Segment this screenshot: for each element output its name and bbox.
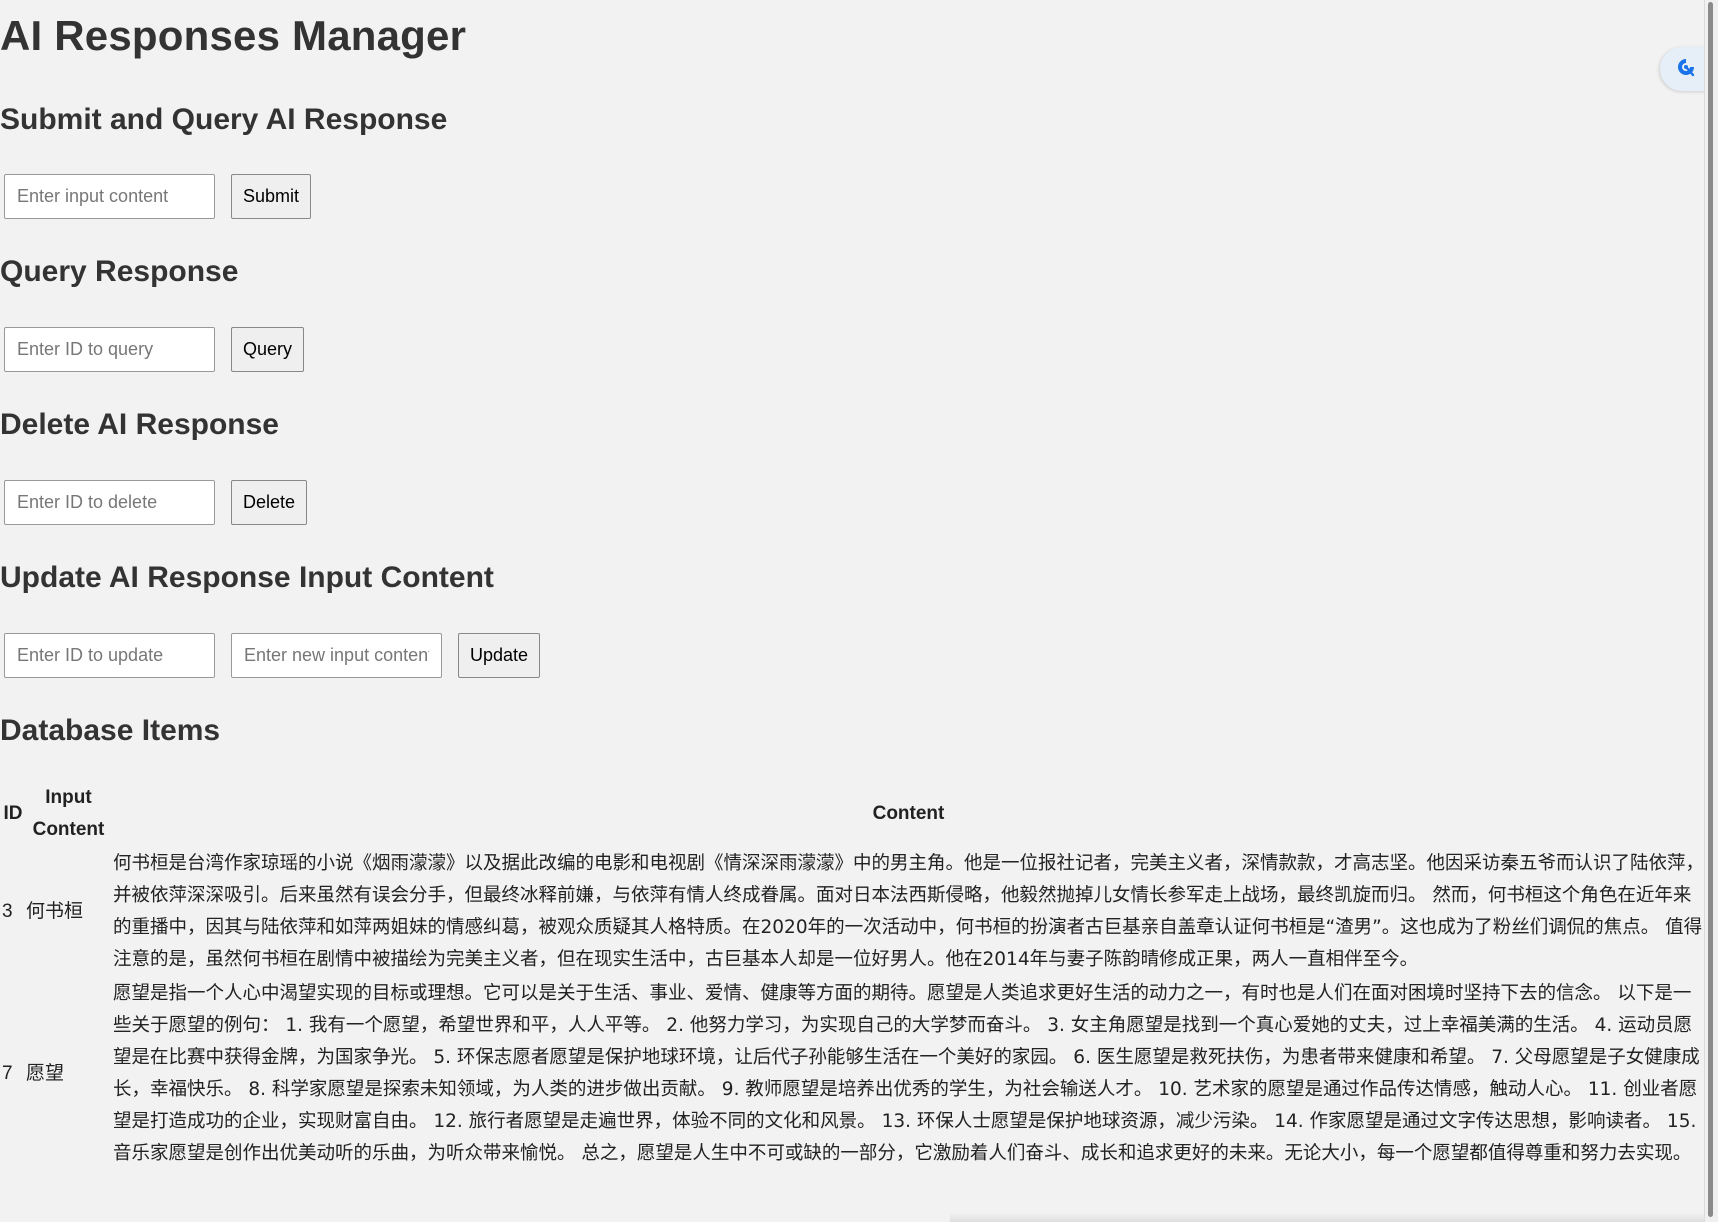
update-heading: Update AI Response Input Content: [0, 561, 494, 594]
submit-heading: Submit and Query AI Response: [0, 103, 448, 136]
update-id-input[interactable]: [4, 633, 215, 678]
database-heading: Database Items: [0, 714, 221, 747]
query-form: Query: [4, 327, 305, 372]
row-input-content: 何书桓: [26, 901, 84, 922]
delete-heading: Delete AI Response: [0, 408, 279, 441]
bottom-edge-shadow: [950, 1212, 1704, 1222]
extension-icon: [1675, 56, 1697, 83]
update-button[interactable]: Update: [458, 633, 541, 678]
row-content: 愿望是指一个人心中渴望实现的目标或理想。它可以是关于生活、事业、爱情、健康等方面…: [113, 983, 1700, 1164]
column-header-input-content: Input Content: [32, 787, 105, 840]
submit-form: Submit: [4, 174, 312, 219]
delete-button[interactable]: Delete: [231, 480, 308, 525]
delete-id-input[interactable]: [4, 480, 215, 525]
row-id: 3: [2, 901, 13, 922]
database-table: ID Input Content Content 3 何书桓 何书桓是台湾作家琼…: [0, 780, 1706, 1172]
page-title: AI Responses Manager: [0, 12, 467, 59]
delete-form: Delete: [4, 480, 308, 525]
row-content: 何书桓是台湾作家琼瑶的小说《烟雨濛濛》以及据此改编的电影和电视剧《情深深雨濛濛》…: [113, 853, 1705, 970]
query-heading: Query Response: [0, 255, 239, 288]
table-header-row: ID Input Content Content: [2, 782, 1704, 846]
row-id: 7: [2, 1063, 13, 1084]
submit-button[interactable]: Submit: [231, 174, 312, 219]
update-content-input[interactable]: [231, 633, 442, 678]
submit-input[interactable]: [4, 174, 215, 219]
query-id-input[interactable]: [4, 327, 215, 372]
row-input-content: 愿望: [26, 1063, 65, 1084]
scrollbar-thumb[interactable]: [1708, 2, 1713, 1217]
query-button[interactable]: Query: [231, 327, 305, 372]
column-header-id: ID: [3, 803, 23, 824]
update-form: Update: [4, 633, 541, 678]
column-header-content: Content: [872, 803, 945, 824]
table-row: 7 愿望 愿望是指一个人心中渴望实现的目标或理想。它可以是关于生活、事业、爱情、…: [2, 978, 1704, 1170]
table-row: 3 何书桓 何书桓是台湾作家琼瑶的小说《烟雨濛濛》以及据此改编的电影和电视剧《情…: [2, 848, 1704, 976]
